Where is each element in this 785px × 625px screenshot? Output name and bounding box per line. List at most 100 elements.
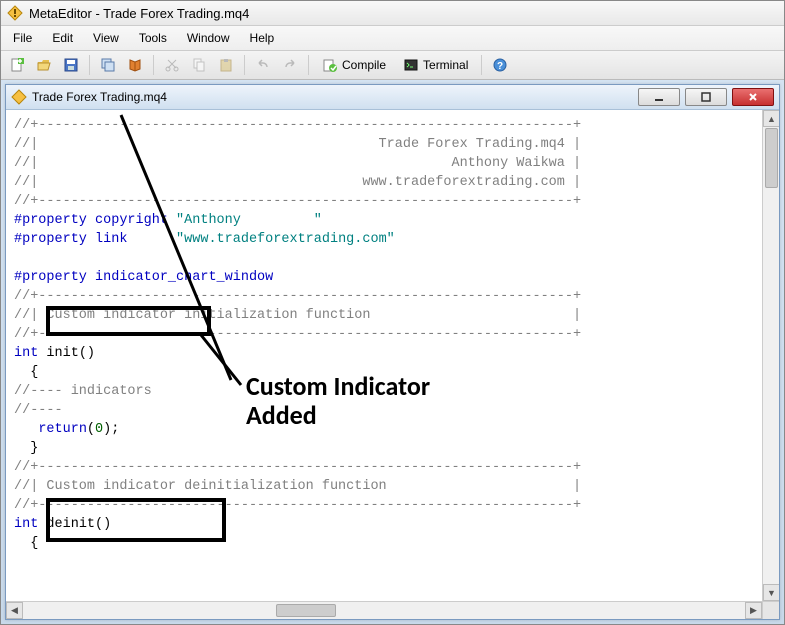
code-token: #property: [14, 270, 87, 285]
code-line: //+-------------------------------------…: [14, 289, 581, 304]
document-titlebar[interactable]: Trade Forex Trading.mq4: [6, 85, 779, 110]
open-file-button[interactable]: [32, 54, 56, 76]
compile-icon: [322, 57, 338, 73]
code-line: //| Trade Forex Trading.mq4 |: [14, 137, 581, 152]
scroll-thumb[interactable]: [276, 604, 336, 617]
copy-button[interactable]: [187, 54, 211, 76]
minimize-button[interactable]: [638, 88, 680, 106]
code-token: [14, 422, 38, 437]
paste-icon: [218, 57, 234, 73]
code-token: "Anthony ": [176, 213, 322, 228]
vertical-scrollbar[interactable]: ▲ ▼: [762, 110, 779, 601]
document-title: Trade Forex Trading.mq4: [32, 90, 167, 104]
menu-help[interactable]: Help: [242, 28, 283, 48]
terminal-button[interactable]: Terminal: [396, 54, 475, 76]
cut-icon: [164, 57, 180, 73]
scroll-thumb[interactable]: [765, 128, 778, 188]
app-icon: [7, 5, 23, 21]
save-icon: [63, 57, 79, 73]
document-icon: [11, 89, 27, 105]
code-token: 0: [95, 422, 103, 437]
help-button[interactable]: ?: [488, 54, 512, 76]
toolbar-separator: [89, 55, 90, 75]
code-line: {: [14, 365, 38, 380]
code-token: link: [87, 232, 176, 247]
app-titlebar: MetaEditor - Trade Forex Trading.mq4: [1, 1, 784, 26]
code-token: deinit(): [38, 517, 111, 532]
code-token: "www.tradeforextrading.com": [176, 232, 395, 247]
toolbar-separator: [244, 55, 245, 75]
code-token: #property: [14, 232, 87, 247]
compile-label: Compile: [342, 58, 386, 72]
compile-button[interactable]: Compile: [315, 54, 393, 76]
code-line: }: [14, 441, 38, 456]
code-line: //+-------------------------------------…: [14, 194, 581, 209]
code-line: //| Custom indicator initialization func…: [14, 308, 581, 323]
code-token: int: [14, 517, 38, 532]
minimize-icon: [654, 92, 664, 102]
menu-file[interactable]: File: [5, 28, 40, 48]
toolbar-separator: [481, 55, 482, 75]
maximize-icon: [701, 92, 711, 102]
redo-icon: [282, 57, 298, 73]
code-line: //| www.tradeforextrading.com |: [14, 175, 581, 190]
open-folder-icon: [36, 57, 52, 73]
code-content[interactable]: //+-------------------------------------…: [6, 110, 779, 559]
menu-edit[interactable]: Edit: [44, 28, 81, 48]
help-icon: ?: [492, 57, 508, 73]
code-token: (: [87, 422, 95, 437]
code-line: //+-------------------------------------…: [14, 118, 581, 133]
document-window: Trade Forex Trading.mq4 //+-------------…: [5, 84, 780, 620]
code-token: #property: [14, 213, 87, 228]
code-line: //---- indicators: [14, 384, 152, 399]
scroll-corner: [762, 601, 779, 619]
redo-button[interactable]: [278, 54, 302, 76]
scroll-up-arrow[interactable]: ▲: [763, 110, 779, 127]
cascade-icon: [100, 57, 116, 73]
menubar: File Edit View Tools Window Help: [1, 26, 784, 51]
code-token: int: [14, 346, 38, 361]
copy-icon: [191, 57, 207, 73]
code-line: //| Custom indicator deinitialization fu…: [14, 479, 581, 494]
workspace: Trade Forex Trading.mq4 //+-------------…: [1, 80, 784, 624]
terminal-icon: [403, 57, 419, 73]
svg-text:?: ?: [497, 61, 503, 72]
code-line: //+-------------------------------------…: [14, 460, 581, 475]
scroll-left-arrow[interactable]: ◀: [6, 602, 23, 619]
toolbar-separator: [153, 55, 154, 75]
horizontal-scrollbar[interactable]: ◀ ▶: [6, 601, 762, 619]
code-line: //+-------------------------------------…: [14, 498, 581, 513]
paste-button[interactable]: [214, 54, 238, 76]
tile-button[interactable]: [123, 54, 147, 76]
menu-view[interactable]: View: [85, 28, 127, 48]
toolbar: Compile Terminal ?: [1, 51, 784, 80]
menu-tools[interactable]: Tools: [131, 28, 175, 48]
code-token: copyright: [87, 213, 176, 228]
cascade-button[interactable]: [96, 54, 120, 76]
scroll-down-arrow[interactable]: ▼: [763, 584, 779, 601]
code-line: //| Anthony Waikwa |: [14, 156, 581, 171]
code-token: );: [103, 422, 119, 437]
code-token: return: [38, 422, 87, 437]
app-title: MetaEditor - Trade Forex Trading.mq4: [29, 6, 249, 21]
code-line: //+-------------------------------------…: [14, 327, 581, 342]
new-file-button[interactable]: [5, 54, 29, 76]
menu-window[interactable]: Window: [179, 28, 238, 48]
close-icon: [748, 92, 758, 102]
undo-button[interactable]: [251, 54, 275, 76]
code-line: {: [14, 536, 38, 551]
code-token: indicator_chart_window: [87, 270, 273, 285]
code-token: init(): [38, 346, 95, 361]
toolbar-separator: [308, 55, 309, 75]
close-button[interactable]: [732, 88, 774, 106]
book-icon: [127, 57, 143, 73]
cut-button[interactable]: [160, 54, 184, 76]
code-line: //----: [14, 403, 63, 418]
code-editor[interactable]: //+-------------------------------------…: [6, 110, 779, 619]
save-button[interactable]: [59, 54, 83, 76]
maximize-button[interactable]: [685, 88, 727, 106]
scroll-right-arrow[interactable]: ▶: [745, 602, 762, 619]
undo-icon: [255, 57, 271, 73]
terminal-label: Terminal: [423, 58, 468, 72]
new-file-icon: [9, 57, 25, 73]
